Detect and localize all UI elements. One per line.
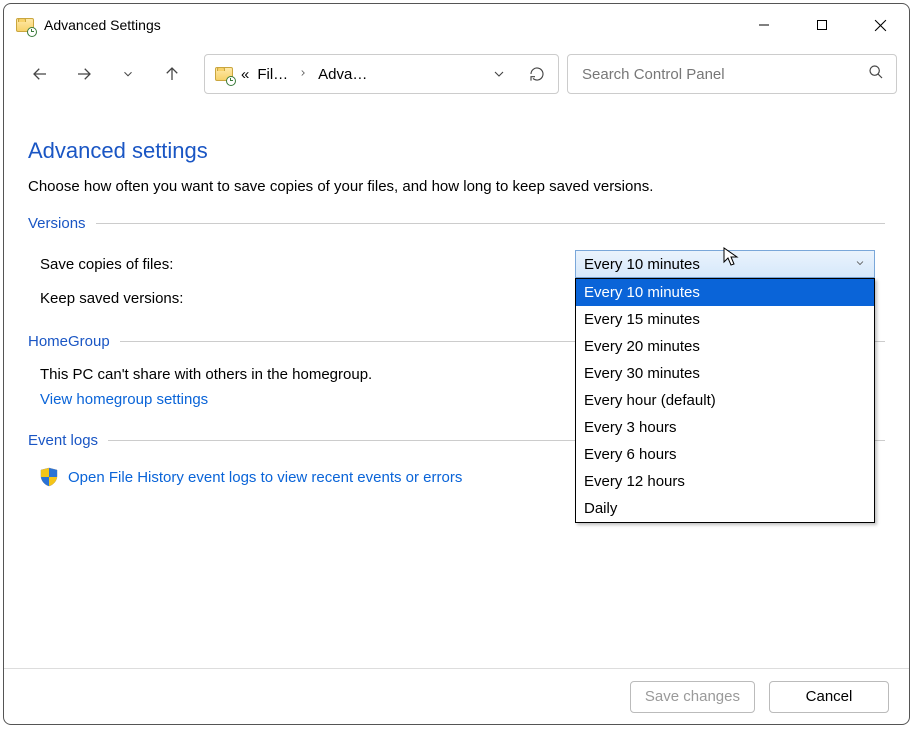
dropdown-option[interactable]: Every 12 hours [576, 468, 874, 495]
window-title: Advanced Settings [44, 17, 161, 33]
search-icon[interactable] [868, 64, 884, 84]
eventlogs-link[interactable]: Open File History event logs to view rec… [68, 469, 462, 486]
cancel-button[interactable]: Cancel [769, 681, 889, 713]
dropdown-option[interactable]: Every 3 hours [576, 414, 874, 441]
divider [96, 223, 885, 224]
page-title: Advanced settings [28, 138, 885, 164]
homegroup-section-label: HomeGroup [28, 333, 110, 350]
up-button[interactable] [154, 56, 190, 92]
dropdown-list[interactable]: Every 10 minutesEvery 15 minutesEvery 20… [575, 278, 875, 523]
save-copies-dropdown[interactable]: Every 10 minutes Every 10 minutesEvery 1… [575, 250, 875, 278]
close-button[interactable] [851, 4, 909, 46]
recent-locations-button[interactable] [110, 56, 146, 92]
address-bar[interactable]: « Fil… Adva… [204, 54, 559, 94]
save-changes-button[interactable]: Save changes [630, 681, 755, 713]
versions-section-label: Versions [28, 215, 86, 232]
back-button[interactable] [22, 56, 58, 92]
window-frame: Advanced Settings [3, 3, 910, 725]
chevron-down-icon [854, 256, 866, 273]
dropdown-selected-text: Every 10 minutes [584, 256, 700, 273]
toolbar: « Fil… Adva… [4, 46, 909, 110]
dropdown-option[interactable]: Every 20 minutes [576, 333, 874, 360]
dropdown-option[interactable]: Every 10 minutes [576, 279, 874, 306]
footer: Save changes Cancel [4, 668, 909, 724]
minimize-button[interactable] [735, 4, 793, 46]
eventlogs-section-label: Event logs [28, 432, 98, 449]
page-subtitle: Choose how often you want to save copies… [28, 178, 885, 195]
search-box[interactable] [567, 54, 897, 94]
maximize-button[interactable] [793, 4, 851, 46]
content-area: Advanced settings Choose how often you w… [4, 110, 909, 668]
window-controls [735, 4, 909, 46]
dropdown-option[interactable]: Every 15 minutes [576, 306, 874, 333]
save-copies-label: Save copies of files: [40, 256, 575, 273]
breadcrumb-prefix: « [241, 66, 249, 83]
chevron-right-icon[interactable] [296, 67, 310, 81]
dropdown-option[interactable]: Every 30 minutes [576, 360, 874, 387]
titlebar: Advanced Settings [4, 4, 909, 46]
breadcrumb-segment-2[interactable]: Adva… [318, 66, 367, 83]
keep-versions-label: Keep saved versions: [40, 290, 575, 307]
dropdown-option[interactable]: Every 6 hours [576, 441, 874, 468]
address-dropdown-button[interactable] [484, 59, 514, 89]
app-folder-icon [16, 16, 34, 34]
homegroup-settings-link[interactable]: View homegroup settings [28, 387, 208, 412]
shield-icon [40, 467, 58, 487]
dropdown-option[interactable]: Daily [576, 495, 874, 522]
cursor-icon [723, 247, 739, 267]
address-folder-icon [215, 65, 233, 83]
forward-button[interactable] [66, 56, 102, 92]
breadcrumb-segment-1[interactable]: Fil… [257, 66, 288, 83]
nav-buttons [22, 56, 196, 92]
refresh-button[interactable] [522, 59, 552, 89]
search-input[interactable] [580, 65, 868, 84]
dropdown-option[interactable]: Every hour (default) [576, 387, 874, 414]
versions-section: Versions Save copies of files: Every 10 … [28, 215, 885, 313]
